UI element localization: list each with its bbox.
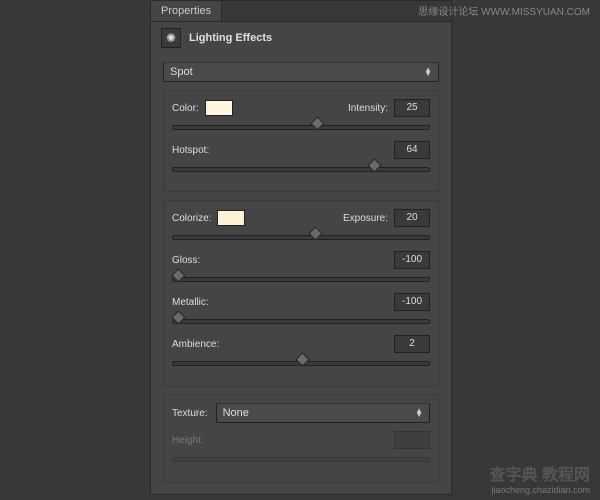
intensity-slider[interactable] [172,121,430,135]
texture-label: Texture: [172,408,208,419]
section-colorize: Colorize: Exposure: 20 Gloss: -100 Metal… [163,200,439,386]
panel-title-row: ✺ Lighting Effects [151,22,451,54]
colorize-label: Colorize: [172,213,211,224]
lighting-effects-icon: ✺ [161,28,181,48]
watermark-bottom: 查字典 教程网 jiaocheng.chazidian.com [490,461,590,495]
exposure-slider[interactable] [172,231,430,245]
dropdown-arrows-icon: ▲▼ [415,409,423,417]
slider-track [172,125,430,130]
texture-dropdown[interactable]: None ▲▼ [216,403,430,423]
metallic-label: Metallic: [172,297,209,308]
slider-track [172,457,430,462]
slider-track [172,319,430,324]
light-type-dropdown[interactable]: Spot ▲▼ [163,62,439,82]
metallic-slider[interactable] [172,315,430,329]
watermark-top: 思缘设计论坛 WWW.MISSYUAN.COM [418,3,590,18]
panel-title: Lighting Effects [189,32,272,44]
exposure-value[interactable]: 20 [394,209,430,227]
ambience-slider[interactable] [172,357,430,371]
watermark-title: 查字典 教程网 [490,461,590,485]
properties-panel: Properties ✺ Lighting Effects Spot ▲▼ Co… [150,0,452,495]
watermark-url: jiaocheng.chazidian.com [490,485,590,495]
gloss-slider[interactable] [172,273,430,287]
intensity-label: Intensity: [348,103,388,114]
gloss-label: Gloss: [172,255,200,266]
hotspot-value[interactable]: 64 [394,141,430,159]
light-type-value: Spot [170,66,193,78]
hotspot-slider[interactable] [172,163,430,177]
gloss-value[interactable]: -100 [394,251,430,269]
tab-bar: Properties [151,1,451,22]
panel-content: Spot ▲▼ Color: Intensity: 25 Hotspot: 64 [151,54,451,494]
height-slider [172,453,430,467]
height-label: Height: [172,435,204,446]
ambience-value[interactable]: 2 [394,335,430,353]
height-value [394,431,430,449]
color-label: Color: [172,103,199,114]
hotspot-label: Hotspot: [172,145,209,156]
slider-track [172,277,430,282]
metallic-value[interactable]: -100 [394,293,430,311]
dropdown-arrows-icon: ▲▼ [424,68,432,76]
color-swatch[interactable] [205,100,233,116]
texture-value: None [223,407,249,419]
ambience-label: Ambience: [172,339,219,350]
slider-track [172,235,430,240]
section-color-intensity: Color: Intensity: 25 Hotspot: 64 [163,90,439,192]
exposure-label: Exposure: [343,213,388,224]
intensity-value[interactable]: 25 [394,99,430,117]
tab-properties[interactable]: Properties [151,1,222,21]
colorize-swatch[interactable] [217,210,245,226]
slider-track [172,167,430,172]
section-texture: Texture: None ▲▼ Height: [163,394,439,482]
